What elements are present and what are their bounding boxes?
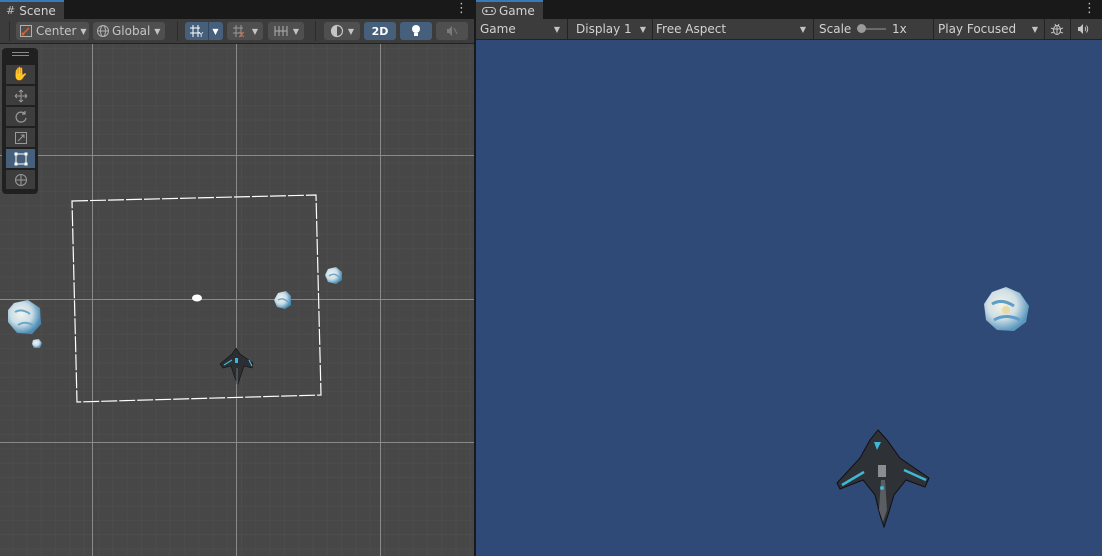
gamepad-icon [482,6,496,15]
split-divider [208,22,210,40]
chevron-down-icon: ▼ [1031,24,1038,34]
asteroid[interactable] [984,287,1029,331]
scale-icon [14,131,27,144]
palette-grip[interactable] [12,52,29,53]
pivot-rotation-dropdown[interactable]: Global ▼ [93,22,165,40]
scale-label-text: Scale [819,22,852,36]
chevron-down-icon: ▼ [639,24,646,34]
chevron-down-icon: ▼ [154,26,161,36]
bug-icon [1050,23,1064,35]
toolbar-separator [177,21,178,41]
toolbar-separator [315,21,316,41]
rect-tool-button[interactable] [6,149,35,168]
asteroid-medium[interactable] [325,267,342,284]
scene-objects-layer [8,194,342,403]
audio-toggle[interactable] [436,22,468,40]
toolbar-grip [9,21,10,41]
scene-panel: # Scene ⋮ Center ▼ Global ▼ Y ▼ ▼ ▼ ▼ 2D… [0,0,474,556]
rotate-tool-button[interactable] [6,107,35,126]
chevron-down-icon: ▼ [292,26,300,36]
chevron-down-icon: ▼ [553,24,560,34]
scene-toolbar: Center ▼ Global ▼ Y ▼ ▼ ▼ ▼ 2D [0,19,474,44]
tool-palette: ✋ [2,48,38,194]
game-toolbar: Game ▼ Display 1 ▼ Free Aspect ▼ Scale 1… [476,19,1102,40]
snap-increment-icon [232,25,245,38]
asteroid-small[interactable] [32,339,42,348]
chevron-down-icon: ▼ [799,24,806,34]
scale-value: 1x [888,19,928,39]
toolbar-separator [813,19,814,39]
pivot-mode-dropdown[interactable]: Center ▼ [16,22,89,40]
view-type-label: Game [480,22,516,36]
player-spaceship[interactable] [219,347,254,385]
play-mode-label: Play Focused [938,22,1017,36]
grid-visibility-icon [274,26,288,36]
pivot-rotation-label: Global [112,24,151,38]
shading-sphere-icon [330,24,344,38]
scale-label: Scale [815,19,855,39]
tab-scene[interactable]: # Scene [0,0,64,19]
grid-snap-icon: Y [190,25,204,38]
asteroid-large[interactable] [8,300,41,334]
move-tool-button[interactable] [6,86,35,105]
frame-debugger-button[interactable] [1048,21,1066,37]
lighting-toggle[interactable] [400,22,432,40]
game-tab-label: Game [499,3,535,18]
audio-mute-icon [447,26,458,36]
palette-grip[interactable] [12,55,29,56]
toolbar-separator [567,19,568,39]
asteroid-medium[interactable] [274,291,291,309]
play-mode-dropdown[interactable]: Play Focused ▼ [934,19,1044,39]
chevron-down-icon: ▼ [347,26,355,36]
scene-tab-label: Scene [19,3,56,18]
tab-game[interactable]: Game [476,0,543,19]
hand-tool-button[interactable]: ✋ [6,65,35,84]
aspect-ratio-label: Free Aspect [656,22,727,36]
mode-2d-label: 2D [371,24,389,38]
lightbulb-icon [412,25,420,36]
chevron-down-icon: ▼ [80,26,87,36]
audio-button[interactable] [1074,21,1092,37]
scene-menu-kebab-icon[interactable]: ⋮ [455,1,468,17]
hash-icon: # [6,4,16,17]
game-panel: Game ⋮ Game ▼ Display 1 ▼ Free Aspect ▼ … [476,0,1102,556]
chevron-down-icon: ▼ [251,26,259,36]
globe-icon [97,25,109,37]
game-render-view[interactable] [476,40,1102,556]
rotate-icon [14,110,27,123]
transform-icon [14,173,27,186]
view-type-dropdown[interactable]: Game ▼ [476,19,566,39]
transform-tool-button[interactable] [6,170,35,189]
game-objects-layer [836,287,1029,529]
small-white-object[interactable] [192,294,202,302]
mode-2d-toggle[interactable]: 2D [364,22,396,40]
grid-visibility-dropdown[interactable]: ▼ [268,22,304,40]
game-tab-bar: Game ⋮ [476,0,1102,19]
display-label: Display 1 [576,22,632,36]
snap-increment-dropdown[interactable]: ▼ [227,22,263,40]
pivot-icon [20,25,32,37]
game-menu-kebab-icon[interactable]: ⋮ [1083,1,1096,17]
display-dropdown[interactable]: Display 1 ▼ [572,19,652,39]
scale-slider-thumb[interactable] [857,24,866,33]
aspect-ratio-dropdown[interactable]: Free Aspect ▼ [652,19,812,39]
hand-icon: ✋ [12,67,29,82]
rect-transform-icon [14,152,27,165]
chevron-down-icon[interactable]: ▼ [212,27,218,36]
svg-text:Y: Y [198,31,204,38]
scale-tool-button[interactable] [6,128,35,147]
pivot-mode-label: Center [36,24,77,38]
toolbar-separator [1070,19,1071,39]
scene-viewport[interactable]: ✋ [0,44,474,556]
scale-value-text: 1x [892,22,907,36]
scene-tab-bar: # Scene ⋮ [0,0,474,19]
draw-mode-dropdown[interactable]: ▼ [324,22,360,40]
player-spaceship[interactable] [836,429,930,529]
move-arrows-icon [14,89,27,102]
toolbar-separator [1044,19,1045,39]
speaker-icon [1078,24,1089,34]
grid-snapping-toggle[interactable]: Y ▼ [185,22,223,40]
